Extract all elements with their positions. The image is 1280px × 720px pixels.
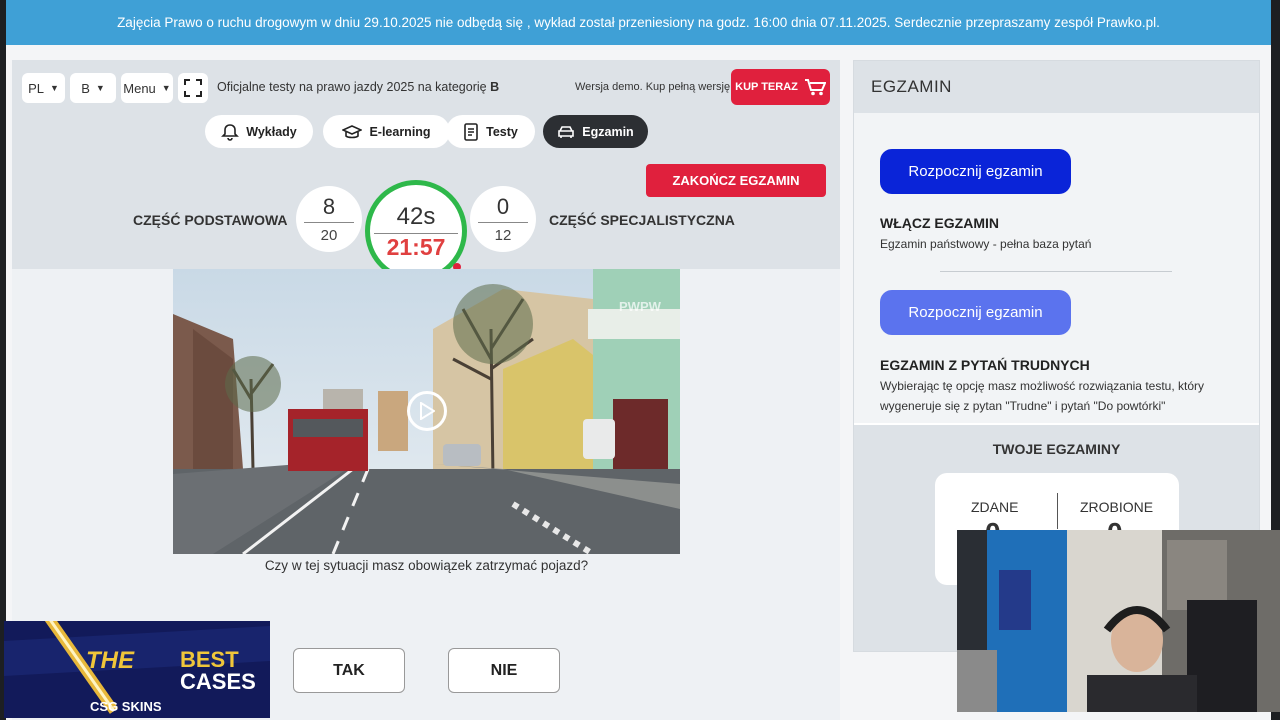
passed-label: ZDANE — [971, 499, 1019, 515]
tab-elearning[interactable]: E-learning — [323, 115, 450, 148]
announcement-banner: Zajęcia Prawo o ruchu drogowym w dniu 29… — [6, 0, 1271, 45]
basic-total-count: 20 — [320, 227, 338, 244]
announcement-text: Zajęcia Prawo o ruchu drogowym w dniu 29… — [117, 15, 1160, 30]
fullscreen-button[interactable] — [178, 73, 208, 103]
question-seconds: 42s — [396, 203, 436, 230]
options-divider — [940, 271, 1172, 272]
promo-brand: CSG SKINS — [90, 699, 162, 714]
car-icon — [558, 125, 575, 138]
menu-label: Menu — [123, 80, 156, 96]
title-category: B — [490, 80, 500, 94]
buy-now-label: KUP TERAZ — [735, 81, 798, 93]
question-video[interactable]: PWPW — [173, 269, 680, 554]
cart-icon — [804, 79, 826, 96]
end-exam-button[interactable]: ZAKOŃCZ EGZAMIN — [646, 164, 826, 197]
special-part-label: CZĘŚĆ SPECJALISTYCZNA — [549, 212, 735, 228]
option-full-exam-title: WŁĄCZ EGZAMIN — [880, 215, 999, 231]
basic-part-label: CZĘŚĆ PODSTAWOWA — [133, 212, 288, 228]
bell-icon — [221, 123, 240, 141]
chevron-down-icon: ▼ — [49, 83, 59, 93]
your-exams-title: TWOJE EGZAMINY — [992, 441, 1121, 457]
answer-yes-button[interactable]: TAK — [293, 648, 405, 693]
sidebar-title: EGZAMIN — [854, 61, 1259, 113]
video-watermark: PWPW — [619, 299, 661, 314]
start-hard-exam-button[interactable]: Rozpocznij egzamin — [880, 290, 1071, 335]
basic-done-count: 8 — [322, 194, 336, 219]
menu-select[interactable]: Menu ▼ — [121, 73, 173, 103]
buy-now-button[interactable]: KUP TERAZ — [731, 69, 830, 105]
basic-part-counter: 8 20 — [296, 186, 362, 252]
chevron-down-icon: ▼ — [161, 83, 171, 93]
special-total-count: 12 — [494, 227, 512, 244]
graduation-cap-icon — [342, 124, 363, 138]
webcam-overlay — [957, 530, 1280, 712]
counter-divider — [304, 222, 354, 223]
exam-status-bar: ZAKOŃCZ EGZAMIN CZĘŚĆ PODSTAWOWA 8 20 42… — [12, 164, 840, 282]
tab-exam[interactable]: Egzamin — [543, 115, 648, 148]
language-select[interactable]: PL ▼ — [22, 73, 65, 103]
tab-label: Egzamin — [582, 124, 634, 139]
play-icon — [420, 402, 435, 420]
answer-no-button[interactable]: NIE — [448, 648, 560, 693]
tab-tests[interactable]: Testy — [446, 115, 535, 148]
question-timer: 42s 21:57 — [365, 180, 467, 282]
toolbar: PL ▼ B ▼ Menu ▼ Oficjalne testy na prawo… — [12, 60, 840, 164]
start-exam-button[interactable]: Rozpocznij egzamin — [880, 149, 1071, 194]
promo-line-1: THE — [86, 647, 134, 674]
tab-lectures[interactable]: Wykłady — [205, 115, 313, 148]
category-value: B — [81, 80, 90, 96]
page-title: Oficjalne testy na prawo jazdy 2025 na k… — [217, 80, 499, 94]
option-hard-exam-title: EGZAMIN Z PYTAŃ TRUDNYCH — [880, 357, 1090, 373]
option-hard-exam-desc: Wybierając tę opcję masz możliwość rozwi… — [880, 379, 1205, 413]
tab-label: E-learning — [369, 124, 431, 139]
done-label: ZROBIONE — [1080, 499, 1154, 515]
tab-label: Wykłady — [246, 124, 297, 139]
promo-line-3: CASES — [180, 669, 256, 694]
sponsor-overlay: THE BEST CASES CSG SKINS — [4, 621, 270, 718]
total-time-remaining: 21:57 — [386, 234, 446, 260]
title-prefix: Oficjalne testy na prawo jazdy 2025 na k… — [217, 80, 491, 94]
question-text: Czy w tej sytuacji masz obowiązek zatrzy… — [264, 558, 589, 573]
document-icon — [464, 122, 478, 141]
fullscreen-icon — [184, 79, 202, 97]
option-full-exam-desc: Egzamin państwowy - pełna baza pytań — [880, 237, 1092, 251]
tab-label: Testy — [486, 124, 518, 139]
play-button[interactable] — [407, 391, 447, 431]
demo-notice: Wersja demo. Kup pełną wersję. — [575, 81, 734, 93]
stats-divider — [1057, 493, 1058, 529]
special-part-counter: 0 12 — [470, 186, 536, 252]
chevron-down-icon: ▼ — [95, 83, 105, 93]
category-select[interactable]: B ▼ — [70, 73, 116, 103]
webcam-image — [957, 530, 1280, 712]
language-value: PL — [28, 80, 44, 96]
special-done-count: 0 — [496, 194, 510, 219]
counter-divider — [478, 222, 528, 223]
